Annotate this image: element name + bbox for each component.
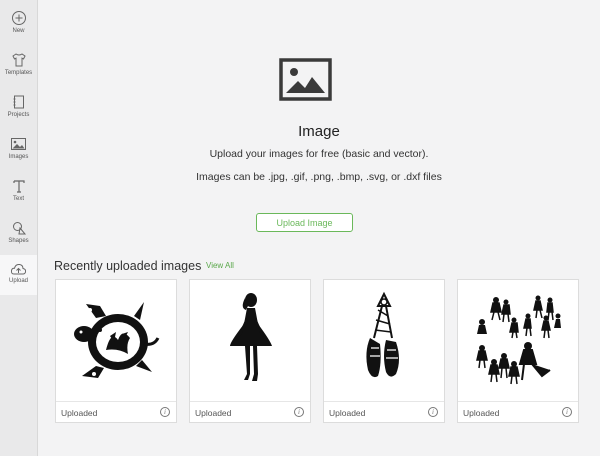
uploaded-image-card[interactable]: Uploaded i	[55, 279, 177, 423]
tshirt-icon	[11, 53, 26, 67]
info-icon[interactable]: i	[428, 407, 438, 417]
card-caption: Uploaded	[61, 408, 98, 418]
sidebar-item-label: Shapes	[8, 238, 29, 244]
sidebar-item-label: Templates	[4, 70, 33, 76]
sidebar-item-shapes[interactable]: Shapes	[0, 218, 37, 258]
shapes-icon	[12, 222, 26, 235]
image-icon	[279, 58, 332, 101]
main-panel: Image Upload your images for free (basic…	[38, 0, 600, 456]
cloud-upload-icon	[10, 263, 27, 275]
dancer-thumbnail	[230, 293, 272, 381]
sidebar-item-text[interactable]: Text	[0, 176, 37, 216]
turtle-thumbnail	[74, 302, 160, 378]
card-footer: Uploaded i	[324, 401, 444, 423]
sidebar-item-label: Upload	[8, 278, 28, 284]
sidebar-item-templates[interactable]: Templates	[0, 50, 37, 90]
uploaded-image-card[interactable]: Uploaded i	[457, 279, 579, 423]
uploaded-image-card[interactable]: Uploaded i	[323, 279, 445, 423]
dance-shoes-thumbnail	[366, 291, 399, 378]
sidebar: New Templates Projects Images Text Shape…	[0, 0, 38, 456]
card-caption: Uploaded	[195, 408, 232, 418]
supported-formats-text: Images can be .jpg, .gif, .png, .bmp, .s…	[196, 171, 442, 183]
card-caption: Uploaded	[329, 408, 366, 418]
notebook-icon	[13, 95, 24, 109]
card-footer: Uploaded i	[458, 401, 578, 423]
upload-description: Upload your images for free (basic and v…	[209, 148, 429, 160]
sidebar-item-label: Images	[8, 154, 29, 160]
sidebar-item-label: Projects	[7, 112, 30, 118]
recent-uploads-heading: Recently uploaded images	[54, 259, 202, 273]
text-t-icon	[12, 180, 25, 193]
sidebar-item-upload[interactable]: Upload	[0, 255, 37, 295]
info-icon[interactable]: i	[160, 407, 170, 417]
sidebar-item-label: New	[12, 28, 25, 34]
image-icon	[11, 138, 26, 150]
sidebar-item-label: Text	[12, 196, 24, 202]
card-caption: Uploaded	[463, 408, 500, 418]
view-all-link[interactable]: View All	[206, 261, 234, 270]
page-title: Image	[298, 123, 340, 140]
upload-image-button[interactable]: Upload Image	[256, 213, 353, 232]
dancers-group-thumbnail	[476, 295, 561, 385]
sidebar-item-projects[interactable]: Projects	[0, 92, 37, 132]
card-footer: Uploaded i	[190, 401, 310, 423]
info-icon[interactable]: i	[562, 407, 572, 417]
info-icon[interactable]: i	[294, 407, 304, 417]
plus-circle-icon	[11, 11, 26, 25]
card-footer: Uploaded i	[56, 401, 176, 423]
sidebar-item-images[interactable]: Images	[0, 134, 37, 174]
uploaded-image-card[interactable]: Uploaded i	[189, 279, 311, 423]
sidebar-item-new[interactable]: New	[0, 8, 37, 48]
